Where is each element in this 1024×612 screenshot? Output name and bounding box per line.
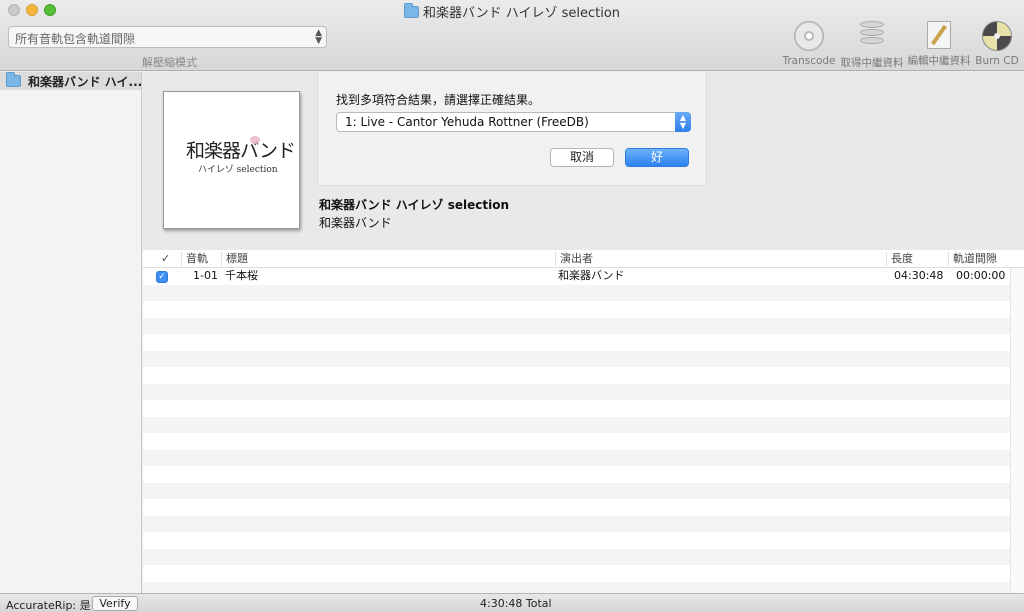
updown-chevron-icon: ▲ ▼ [675,112,691,132]
column-header-track[interactable]: 音軌 [181,252,221,266]
empty-row [143,449,1024,466]
track-number: 1-01 [193,269,218,282]
burn-cd-label: Burn CD [975,55,1019,67]
burn-cd-icon [982,21,1012,51]
column-header-length[interactable]: 長度 [886,252,948,266]
empty-row [143,284,1024,301]
window-title: 和楽器バンド ハイレゾ selection [0,2,1024,21]
transcode-label: Transcode [782,55,836,67]
empty-row [143,301,1024,318]
notepad-icon [927,21,951,49]
empty-row [143,383,1024,400]
database-icon [857,21,887,51]
folder-icon [403,3,419,18]
fetch-metadata-button[interactable]: 取得中繼資料 [840,21,904,70]
album-header: 和楽器バンド ハイレゾ selection 找到多項符合結果，請選擇正確結果。 … [143,72,1024,250]
empty-row [143,433,1024,450]
cherry-blossom-decoration [250,136,260,144]
empty-row [143,367,1024,384]
accuraterip-status: AccurateRip: 是 [6,599,91,612]
album-title[interactable]: 和楽器バンド ハイレゾ selection [319,196,509,213]
track-table: ✓ 音軌 標題 演出者 長度 軌道間隙 ✓ 1-01 千本桜 和楽器バンド 04… [143,250,1024,593]
column-header-title[interactable]: 標題 [221,252,555,266]
table-header: ✓ 音軌 標題 演出者 長度 軌道間隙 [143,250,1024,268]
total-duration: 4:30:48 Total [480,597,552,610]
table-row[interactable]: ✓ 1-01 千本桜 和楽器バンド 04:30:48 00:00:00 [143,268,1024,285]
fetch-metadata-label: 取得中繼資料 [840,57,904,69]
column-header-artist[interactable]: 演出者 [555,252,886,266]
edit-metadata-label: 編輯中繼資料 [907,55,971,67]
track-length: 04:30:48 [894,269,944,282]
ok-button[interactable]: 好 [625,148,689,167]
column-header-check[interactable]: ✓ [157,252,170,266]
burn-cd-button[interactable]: Burn CD [974,21,1020,67]
track-title: 千本桜 [225,269,258,282]
empty-row [143,400,1024,417]
column-header-gap[interactable]: 軌道間隙 [948,252,1010,266]
track-rows: ✓ 1-01 千本桜 和楽器バンド 04:30:48 00:00:00 [143,268,1024,593]
track-checkbox[interactable]: ✓ [156,271,168,283]
result-select[interactable]: 1: Live - Cantor Yehuda Rottner (FreeDB)… [336,112,691,132]
rip-mode-caption: 解壓縮模式 [142,56,197,69]
track-artist: 和楽器バンド [558,269,625,282]
sidebar: 和楽器バンド ハイ... [0,72,142,593]
window-titlebar: 和楽器バンド ハイレゾ selection 所有音軌包含軌道間隙 ▲ ▼ 解壓縮模… [0,0,1024,71]
empty-row [143,482,1024,499]
table-scrollbar[interactable] [1010,268,1024,593]
empty-row [143,532,1024,549]
empty-row [143,416,1024,433]
sidebar-item-album[interactable]: 和楽器バンド ハイ... [0,72,141,90]
updown-chevron-icon: ▲ ▼ [315,28,322,46]
empty-row [143,581,1024,593]
metadata-match-sheet: 找到多項符合結果，請選擇正確結果。 1: Live - Cantor Yehud… [317,72,707,186]
cd-icon [794,21,824,51]
edit-metadata-button[interactable]: 編輯中繼資料 [907,21,971,68]
verify-button[interactable]: Verify [92,596,138,611]
empty-row [143,317,1024,334]
cancel-button[interactable]: 取消 [550,148,614,167]
sheet-message: 找到多項符合結果，請選擇正確結果。 [336,93,541,107]
empty-row [143,350,1024,367]
folder-icon [6,72,21,87]
track-gap: 00:00:00 [956,269,1006,282]
rip-mode-value: 所有音軌包含軌道間隙 [15,32,136,46]
rip-mode-select[interactable]: 所有音軌包含軌道間隙 ▲ ▼ [8,26,327,48]
result-select-value: 1: Live - Cantor Yehuda Rottner (FreeDB) [345,115,589,129]
status-bar: AccurateRip: 是 Verify 4:30:48 Total [0,593,1024,612]
album-artist[interactable]: 和楽器バンド [319,214,392,231]
cover-subtitle-text: ハイレゾ selection [198,165,278,175]
empty-row [143,334,1024,351]
empty-row [143,499,1024,516]
sidebar-item-label: 和楽器バンド ハイ... [28,75,141,89]
empty-row [143,515,1024,532]
album-cover[interactable]: 和楽器バンド ハイレゾ selection [163,91,300,229]
cover-title-text: 和楽器バンド [186,140,296,162]
empty-row [143,548,1024,565]
empty-row [143,565,1024,582]
empty-row [143,466,1024,483]
window-title-text: 和楽器バンド ハイレゾ selection [422,6,621,21]
transcode-button[interactable]: Transcode [781,21,837,67]
